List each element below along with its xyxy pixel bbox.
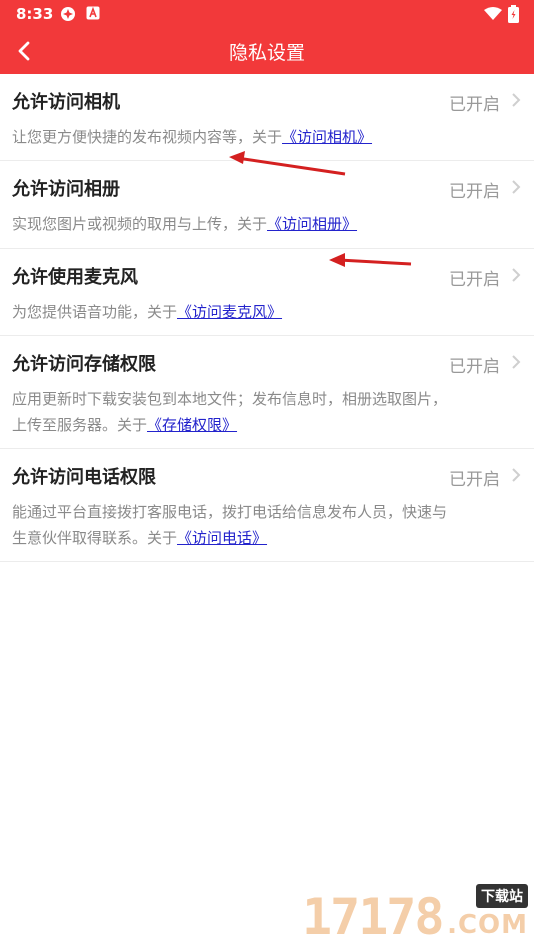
permission-item-camera[interactable]: 允许访问相机 已开启 让您更方便快捷的发布视频内容等，关于《访问相机》 bbox=[0, 74, 534, 161]
item-description: 应用更新时下载安装包到本地文件；发布信息时，相册选取图片， 上传至服务器。关于《… bbox=[12, 386, 510, 438]
chevron-right-icon bbox=[512, 93, 521, 107]
watermark-badge: 下载站 bbox=[476, 884, 528, 908]
description-line: 上传至服务器。关于《存储权限》 bbox=[12, 412, 510, 438]
item-description: 能通过平台直接拨打客服电话，拨打电话给信息发布人员，快速与 生意伙伴取得联系。关… bbox=[12, 499, 510, 551]
app-notification-icon bbox=[86, 6, 100, 20]
chevron-right-icon bbox=[512, 468, 521, 482]
item-status: 已开启 bbox=[449, 270, 500, 290]
item-description: 实现您图片或视频的取用与上传，关于《访问相册》 bbox=[12, 211, 510, 237]
description-line: 能通过平台直接拨打客服电话，拨打电话给信息发布人员，快速与 bbox=[12, 503, 448, 521]
storage-policy-link[interactable]: 《存储权限》 bbox=[147, 416, 237, 434]
permission-item-microphone[interactable]: 允许使用麦克风 已开启 为您提供语音功能，关于《访问麦克风》 bbox=[0, 249, 534, 336]
phone-policy-link[interactable]: 《访问电话》 bbox=[177, 529, 267, 547]
item-description: 为您提供语音功能，关于《访问麦克风》 bbox=[12, 299, 510, 325]
item-title: 允许访问相册 bbox=[12, 179, 120, 200]
wifi-icon bbox=[484, 7, 502, 20]
watermark-number: 17178 bbox=[302, 888, 445, 946]
description-text: 实现您图片或视频的取用与上传，关于 bbox=[12, 215, 268, 233]
item-title: 允许访问电话权限 bbox=[12, 467, 156, 488]
item-status: 已开启 bbox=[449, 182, 500, 202]
description-text: 生意伙伴取得联系。关于 bbox=[12, 529, 178, 547]
description-text: 让您更方便快捷的发布视频内容等，关于 bbox=[12, 128, 283, 146]
chevron-right-icon bbox=[512, 180, 521, 194]
description-text: 为您提供语音功能，关于 bbox=[12, 303, 178, 321]
nav-bar: 隐私设置 bbox=[0, 28, 534, 74]
annotation-arrow-2 bbox=[329, 253, 412, 267]
description-line: 生意伙伴取得联系。关于《访问电话》 bbox=[12, 525, 510, 551]
sync-icon bbox=[61, 7, 75, 21]
app-header: 8:33 隐私设置 bbox=[0, 0, 534, 74]
microphone-policy-link[interactable]: 《访问麦克风》 bbox=[177, 303, 282, 321]
item-title: 允许访问相机 bbox=[12, 92, 120, 113]
chevron-right-icon bbox=[512, 355, 521, 369]
permission-item-phone[interactable]: 允许访问电话权限 已开启 能通过平台直接拨打客服电话，拨打电话给信息发布人员，快… bbox=[0, 449, 534, 562]
status-bar: 8:33 bbox=[0, 0, 534, 28]
permission-item-storage[interactable]: 允许访问存储权限 已开启 应用更新时下载安装包到本地文件；发布信息时，相册选取图… bbox=[0, 336, 534, 449]
chevron-right-icon bbox=[512, 268, 521, 282]
album-policy-link[interactable]: 《访问相册》 bbox=[267, 215, 357, 233]
item-title: 允许访问存储权限 bbox=[12, 354, 156, 375]
watermark-logo: 17178 下载站 .COM bbox=[302, 884, 528, 946]
description-text: 上传至服务器。关于 bbox=[12, 416, 148, 434]
battery-icon bbox=[508, 5, 519, 23]
camera-policy-link[interactable]: 《访问相机》 bbox=[282, 128, 372, 146]
description-line: 应用更新时下载安装包到本地文件；发布信息时，相册选取图片， bbox=[12, 390, 448, 408]
item-description: 让您更方便快捷的发布视频内容等，关于《访问相机》 bbox=[12, 124, 510, 150]
permission-list: 允许访问相机 已开启 让您更方便快捷的发布视频内容等，关于《访问相机》 允许访问… bbox=[0, 74, 534, 562]
item-title: 允许使用麦克风 bbox=[12, 267, 138, 288]
page-title: 隐私设置 bbox=[228, 42, 305, 64]
watermark-domain: .COM bbox=[447, 910, 528, 940]
item-status: 已开启 bbox=[449, 357, 500, 377]
item-status: 已开启 bbox=[449, 95, 500, 115]
status-time: 8:33 bbox=[16, 5, 54, 23]
item-status: 已开启 bbox=[449, 470, 500, 490]
annotation-arrow-1 bbox=[229, 151, 346, 176]
